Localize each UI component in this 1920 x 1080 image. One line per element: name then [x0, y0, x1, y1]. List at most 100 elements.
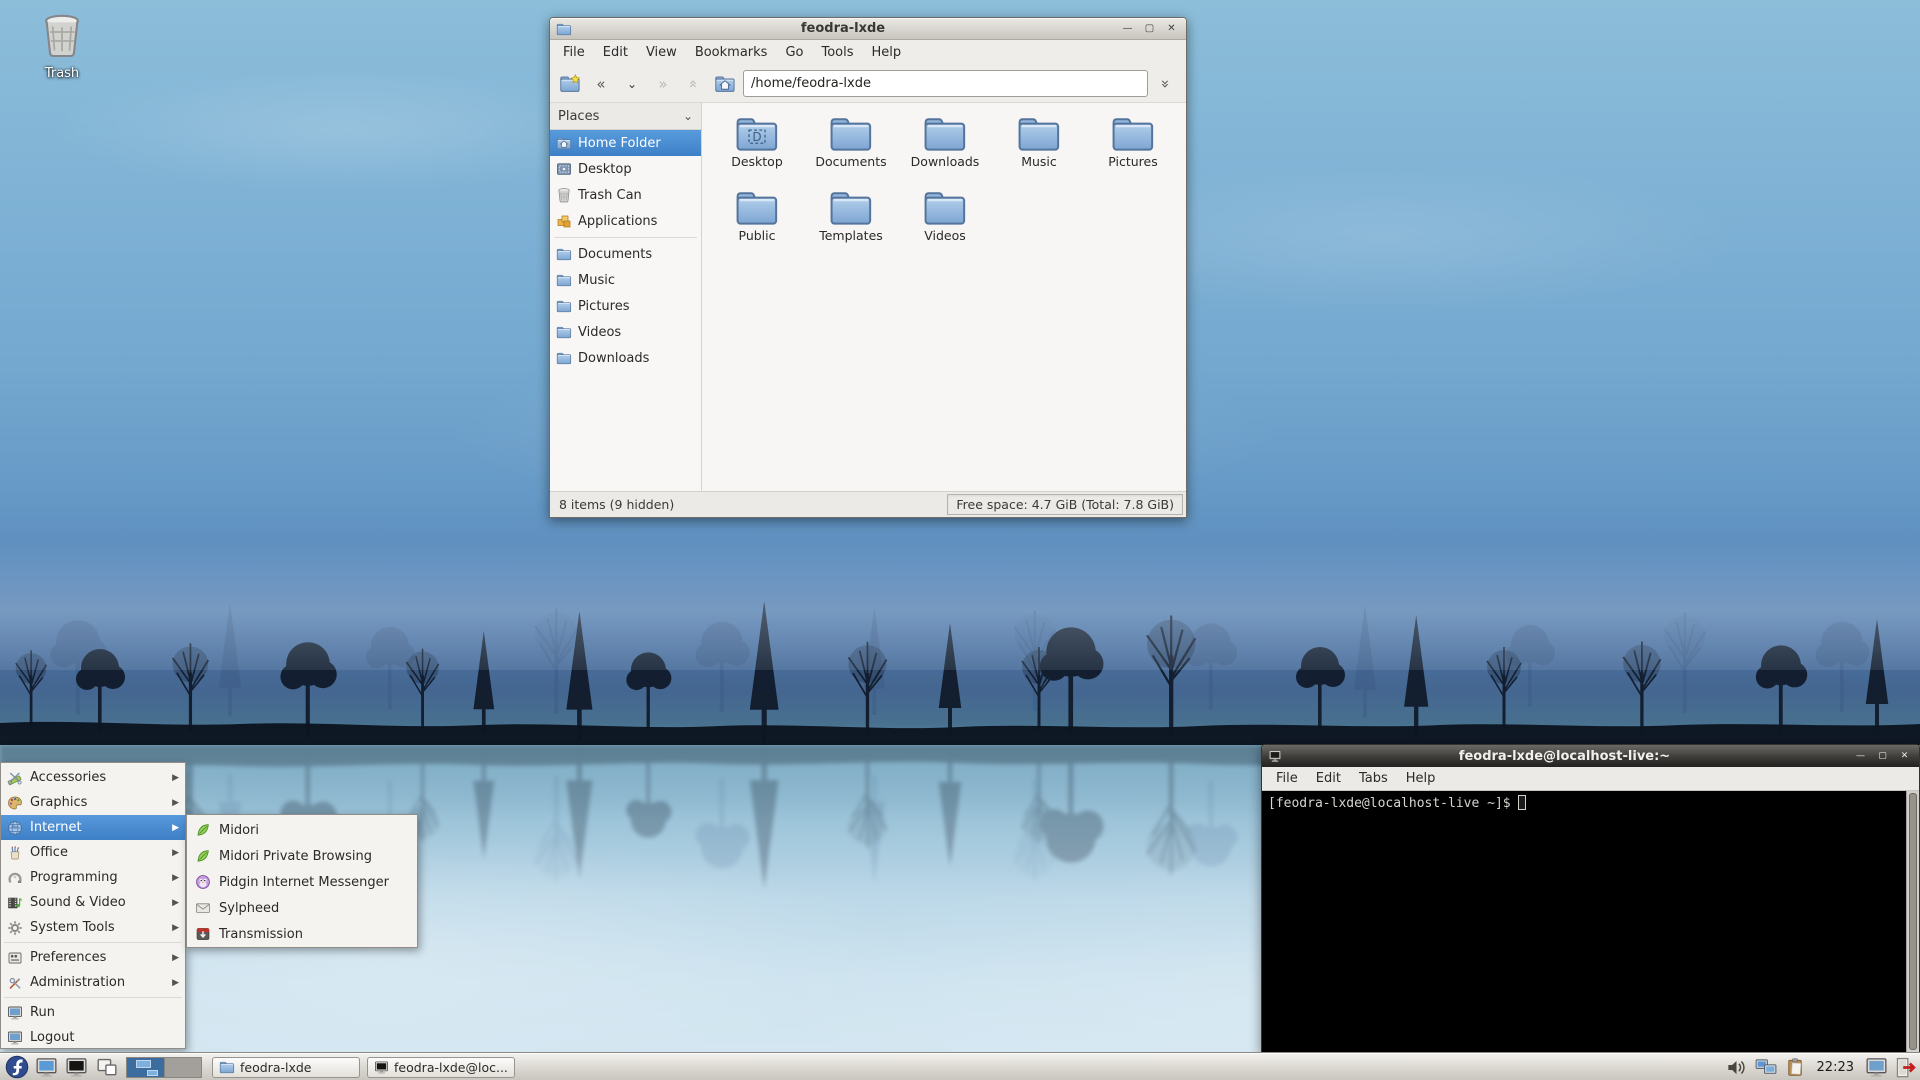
- menu-item-office[interactable]: Office ▶: [1, 840, 185, 865]
- terminal-launcher[interactable]: [63, 1055, 90, 1080]
- places-header[interactable]: Places ⌄: [550, 103, 701, 130]
- folder-pictures[interactable]: Pictures: [1086, 113, 1180, 187]
- close-button[interactable]: ✕: [1163, 21, 1180, 36]
- workspace-2[interactable]: [163, 1057, 201, 1077]
- run-monitor-icon: [7, 1005, 23, 1021]
- taskbar-clock[interactable]: 22:23: [1817, 1060, 1854, 1075]
- terminal-monitor-icon: [65, 1056, 88, 1079]
- trash-icon: [556, 187, 572, 203]
- menu-tools[interactable]: Tools: [812, 42, 862, 63]
- maximize-button[interactable]: ▢: [1874, 749, 1891, 764]
- scrollbar-thumb[interactable]: [1909, 793, 1917, 1050]
- menu-item-accessories[interactable]: Accessories ▶: [1, 765, 185, 790]
- home-button[interactable]: [712, 71, 738, 97]
- menu-file[interactable]: File: [554, 42, 594, 63]
- workspace-1[interactable]: [127, 1057, 164, 1077]
- midori-leaf-icon: [195, 822, 211, 838]
- desktop-icon: [556, 161, 572, 177]
- submenu-arrow-icon: ▶: [172, 822, 179, 833]
- chevron-down-icon: ⌄: [682, 109, 693, 123]
- submenu-item-pidgin[interactable]: Pidgin Internet Messenger: [187, 869, 417, 895]
- logout-door-icon: [1894, 1056, 1917, 1079]
- folder-videos[interactable]: Videos: [898, 187, 992, 261]
- sidebar-item-applications[interactable]: Applications: [550, 208, 701, 234]
- minimize-button[interactable]: —: [1852, 749, 1869, 764]
- start-menu-button[interactable]: [3, 1055, 30, 1080]
- terminal-scrollbar[interactable]: [1906, 791, 1919, 1052]
- submenu-arrow-icon: ▶: [172, 952, 179, 963]
- terminal-icon: [1268, 749, 1282, 763]
- menu-go[interactable]: Go: [776, 42, 812, 63]
- network-icon[interactable]: [1754, 1055, 1778, 1079]
- forward-icon[interactable]: »: [650, 71, 676, 97]
- folder-templates[interactable]: Templates: [804, 187, 898, 261]
- menu-item-sound-video[interactable]: Sound & Video ▶: [1, 890, 185, 915]
- terminal-titlebar[interactable]: feodra-lxde@localhost-live:~ — ▢ ✕: [1262, 745, 1919, 767]
- go-jump-icon[interactable]: »: [1153, 71, 1179, 97]
- office-icon: [7, 845, 23, 861]
- terminal-body[interactable]: [feodra-lxde@localhost-live ~]$: [1262, 791, 1919, 1052]
- sidebar-item-videos[interactable]: Videos: [550, 319, 701, 345]
- folder-view[interactable]: Desktop Documents Downloads Music Pictur…: [702, 103, 1186, 491]
- menu-file[interactable]: File: [1267, 769, 1307, 788]
- menu-help[interactable]: Help: [863, 42, 911, 63]
- folder-desktop[interactable]: Desktop: [710, 113, 804, 187]
- menu-item-run[interactable]: Run: [1, 1000, 185, 1025]
- menu-help[interactable]: Help: [1397, 769, 1445, 788]
- sidebar-item-trash-can[interactable]: Trash Can: [550, 182, 701, 208]
- menu-item-logout[interactable]: Logout: [1, 1025, 185, 1050]
- menu-item-system-tools[interactable]: System Tools ▶: [1, 915, 185, 940]
- menu-bookmarks[interactable]: Bookmarks: [686, 42, 777, 63]
- lock-screen-button[interactable]: [1864, 1055, 1888, 1079]
- menu-item-administration[interactable]: Administration ▶: [1, 970, 185, 995]
- menu-item-programming[interactable]: Programming ▶: [1, 865, 185, 890]
- terminal-window[interactable]: feodra-lxde@localhost-live:~ — ▢ ✕ File …: [1261, 744, 1920, 1053]
- volume-icon[interactable]: [1725, 1055, 1749, 1079]
- sidebar-separator: [554, 237, 697, 238]
- new-tab-icon[interactable]: [557, 71, 583, 97]
- preferences-icon: [7, 950, 23, 966]
- submenu-item-midori-private[interactable]: Midori Private Browsing: [187, 843, 417, 869]
- clipboard-icon[interactable]: [1783, 1055, 1807, 1079]
- sidebar-item-music[interactable]: Music: [550, 267, 701, 293]
- submenu-item-midori[interactable]: Midori: [187, 817, 417, 843]
- midori-leaf-icon: [195, 848, 211, 864]
- folder-public[interactable]: Public: [710, 187, 804, 261]
- menu-item-graphics[interactable]: Graphics ▶: [1, 790, 185, 815]
- folder-music[interactable]: Music: [992, 113, 1086, 187]
- file-manager-launcher[interactable]: [33, 1055, 60, 1080]
- file-manager-titlebar[interactable]: feodra-lxde — ▢ ✕: [550, 18, 1186, 40]
- sidebar-item-desktop[interactable]: Desktop: [550, 156, 701, 182]
- path-input[interactable]: [743, 70, 1148, 97]
- terminal-prompt: [feodra-lxde@localhost-live ~]$: [1268, 796, 1511, 811]
- show-desktop-button[interactable]: [93, 1055, 120, 1080]
- folder-documents[interactable]: Documents: [804, 113, 898, 187]
- back-icon[interactable]: «: [588, 71, 614, 97]
- sidebar-item-home-folder[interactable]: Home Folder: [550, 130, 701, 156]
- menu-edit[interactable]: Edit: [1307, 769, 1350, 788]
- logout-button[interactable]: [1893, 1055, 1917, 1079]
- up-icon[interactable]: «: [681, 71, 707, 97]
- submenu-item-sylpheed[interactable]: Sylpheed: [187, 895, 417, 921]
- history-dropdown-icon[interactable]: ⌄: [619, 71, 645, 97]
- terminal-title: feodra-lxde@localhost-live:~: [1458, 748, 1671, 764]
- menu-view[interactable]: View: [637, 42, 686, 63]
- desktop-icon-trash[interactable]: Trash: [26, 10, 98, 81]
- folder-downloads[interactable]: Downloads: [898, 113, 992, 187]
- maximize-button[interactable]: ▢: [1141, 21, 1158, 36]
- desktop[interactable]: Trash feodra-lxde — ▢ ✕ File Edit View B…: [0, 0, 1920, 1080]
- home-folder-icon: [556, 136, 572, 150]
- sidebar-item-pictures[interactable]: Pictures: [550, 293, 701, 319]
- submenu-item-transmission[interactable]: Transmission: [187, 921, 417, 947]
- menu-tabs[interactable]: Tabs: [1350, 769, 1397, 788]
- menu-item-internet[interactable]: Internet ▶: [1, 815, 185, 840]
- sidebar-item-documents[interactable]: Documents: [550, 241, 701, 267]
- taskbar-button-file-manager[interactable]: feodra-lxde: [212, 1056, 360, 1078]
- minimize-button[interactable]: —: [1119, 21, 1136, 36]
- menu-edit[interactable]: Edit: [594, 42, 637, 63]
- menu-item-preferences[interactable]: Preferences ▶: [1, 945, 185, 970]
- sidebar-item-downloads[interactable]: Downloads: [550, 345, 701, 371]
- taskbar-button-terminal[interactable]: feodra-lxde@loc...: [367, 1056, 515, 1078]
- file-manager-window[interactable]: feodra-lxde — ▢ ✕ File Edit View Bookmar…: [549, 17, 1187, 518]
- close-button[interactable]: ✕: [1896, 749, 1913, 764]
